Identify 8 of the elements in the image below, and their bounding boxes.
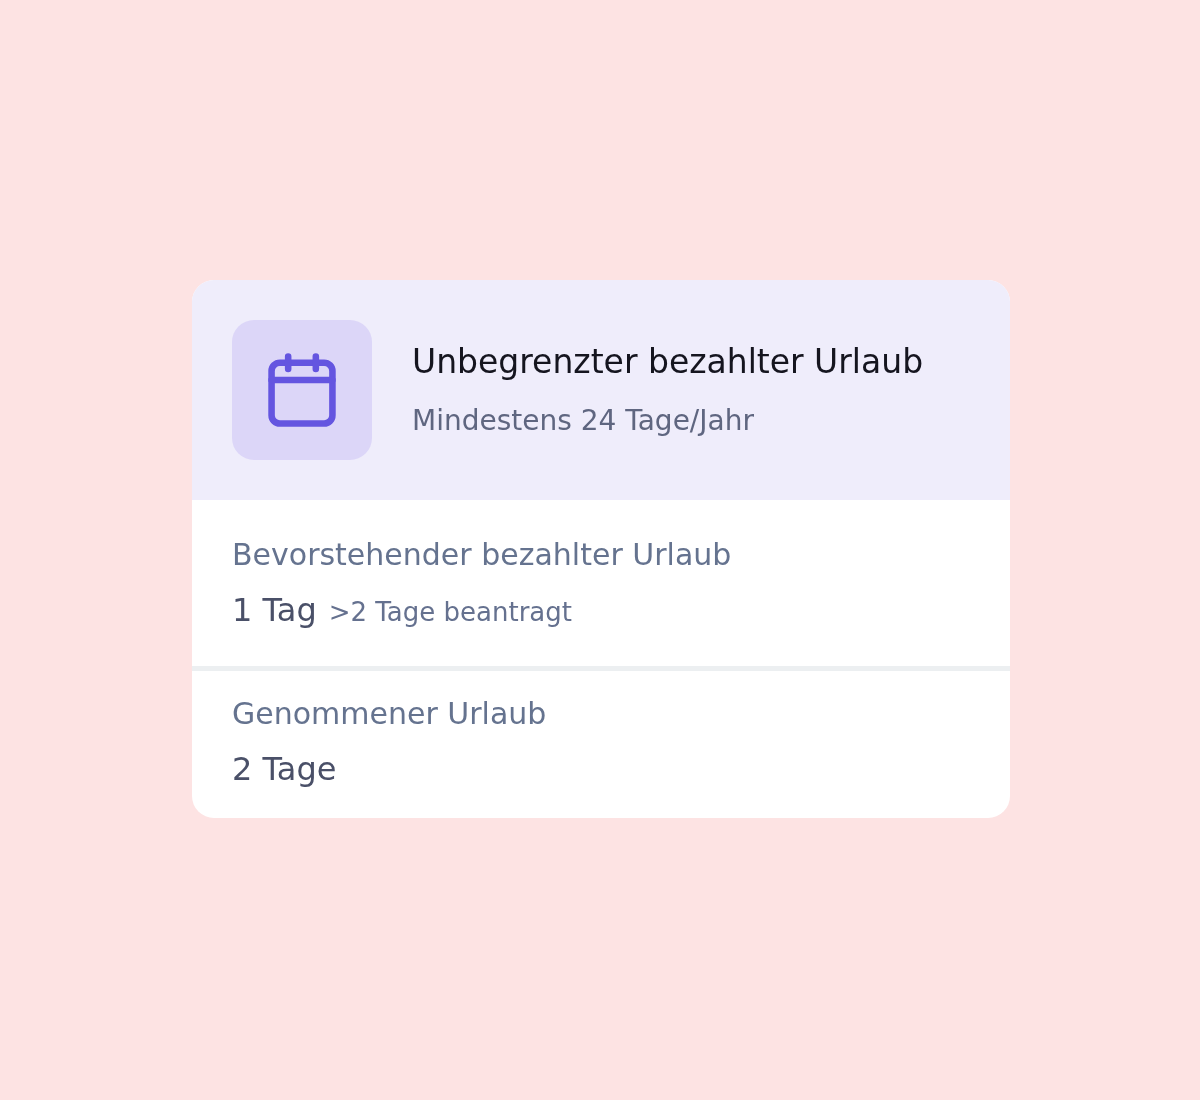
section-value: 2 Tage (232, 750, 337, 788)
section-label: Bevorstehender bezahlter Urlaub (232, 536, 733, 574)
calendar-icon (268, 353, 336, 427)
card-subtitle: Mindestens 24 Tage/Jahr (412, 403, 755, 439)
section-label: Genommener Urlaub (232, 695, 548, 733)
card-title: Unbegrenzter bezahlter Urlaub (412, 341, 924, 383)
section-value: 1 Tag (232, 591, 317, 629)
section-note: >2 Tage beantragt (328, 596, 572, 629)
